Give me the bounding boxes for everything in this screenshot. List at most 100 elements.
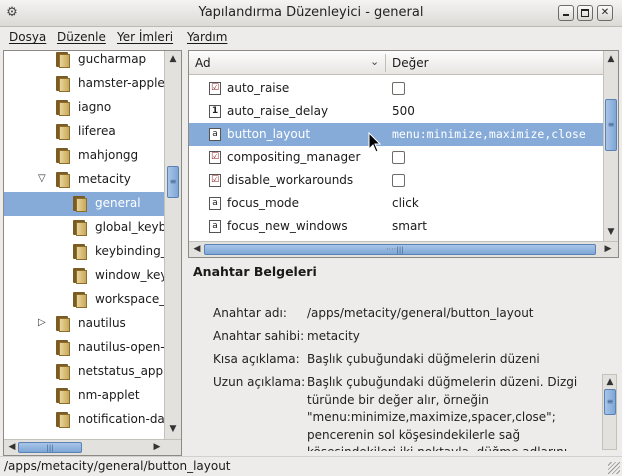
docs-vscrollbar[interactable]: ▲ ≡: [602, 374, 617, 450]
key-value[interactable]: 500: [392, 104, 415, 118]
key-value[interactable]: click: [392, 196, 419, 210]
tree-item[interactable]: iagno: [4, 96, 164, 120]
tree-item[interactable]: nm-applet: [4, 384, 164, 408]
list-vscrollbar[interactable]: ▲ ≡ ▼: [603, 51, 618, 241]
list-row[interactable]: ☑ auto_raise: [189, 77, 603, 100]
menu-edit[interactable]: Düzenle: [57, 30, 106, 44]
scroll-left-icon[interactable]: ◀: [190, 242, 204, 256]
check-type-icon: ☑: [209, 174, 221, 187]
tree-item-label: liferea: [78, 124, 116, 138]
column-separator[interactable]: [385, 54, 386, 72]
title-bar[interactable]: ⚙ Yapılandırma Düzenleyici - general ✕: [0, 0, 622, 27]
key-name-value: /apps/metacity/general/button_layout: [307, 306, 534, 320]
list-row[interactable]: a button_layout menu:minimize,maximize,clo…: [189, 123, 603, 146]
close-button[interactable]: ✕: [597, 5, 613, 21]
pane-splitter[interactable]: ·····: [386, 245, 399, 254]
list-header: Ad ⌄ Değer: [189, 51, 603, 75]
tree-scroll-thumb[interactable]: ≡: [167, 166, 179, 198]
menu-help[interactable]: Yardım: [187, 30, 227, 44]
value-checkbox[interactable]: [392, 151, 405, 164]
list-row[interactable]: ☑ compositing_manager: [189, 146, 603, 169]
expanded-arrow-icon[interactable]: ▽: [38, 173, 46, 184]
sort-arrow-icon[interactable]: ⌄: [370, 55, 379, 68]
tree-item-label: netstatus_applet: [78, 364, 164, 378]
tree-item-label: global_keybindings: [95, 220, 164, 234]
string-type-icon: a: [209, 128, 221, 141]
key-name: compositing_manager: [227, 150, 361, 164]
string-type-icon: a: [209, 220, 221, 233]
value-checkbox[interactable]: [392, 82, 405, 95]
tree-item[interactable]: notification-daemon: [4, 408, 164, 432]
key-value[interactable]: menu:minimize,maximize,close: [392, 127, 586, 141]
tree-item[interactable]: liferea: [4, 120, 164, 144]
collapsed-arrow-icon[interactable]: ▷: [38, 317, 46, 328]
tree-item-label: keybinding_commands: [95, 244, 164, 258]
folder-icon: [56, 316, 70, 332]
key-name: disable_workarounds: [227, 173, 354, 187]
tree-hscrollbar[interactable]: ◀ ||| ▶: [4, 439, 181, 455]
folder-icon: [73, 268, 87, 284]
tree-item[interactable]: keybinding_commands: [4, 240, 164, 264]
folder-icon: [56, 124, 70, 140]
check-type-icon: ☑: [209, 151, 221, 164]
menu-bookmarks[interactable]: Yer İmleri: [117, 30, 173, 44]
owner-label: Anahtar sahibi:: [213, 329, 305, 343]
tree-item[interactable]: global_keybindings: [4, 216, 164, 240]
scroll-right-icon[interactable]: ▶: [150, 440, 164, 454]
tree-item-label: metacity: [78, 172, 131, 186]
key-tree[interactable]: gucharmap hamster-applet iagno liferea mahjo…: [3, 50, 182, 456]
scroll-left-icon[interactable]: ◀: [5, 440, 19, 454]
resize-grip-icon[interactable]: [608, 462, 620, 474]
tree-item-label: general: [95, 196, 141, 210]
scroll-up-icon[interactable]: ▲: [603, 375, 617, 389]
list-hscrollbar[interactable]: ◀ ||| ▶: [189, 241, 618, 257]
tree-item-label: workspace_names: [95, 292, 164, 306]
column-header-name[interactable]: Ad: [195, 56, 211, 70]
key-name-label: Anahtar adı:: [213, 306, 287, 320]
maximize-button[interactable]: [577, 5, 593, 21]
number-type-icon: 1: [209, 105, 221, 118]
list-hscroll-thumb[interactable]: |||: [204, 244, 596, 255]
folder-icon: [56, 388, 70, 404]
tree-item-label: mahjongg: [78, 148, 139, 162]
tree-item-label: gucharmap: [78, 52, 147, 66]
tree-item[interactable]: window_keybindings: [4, 264, 164, 288]
column-header-value[interactable]: Değer: [392, 56, 429, 70]
tree-item-label: hamster-applet: [78, 76, 164, 90]
list-row[interactable]: a focus_mode click: [189, 192, 603, 215]
folder-icon: [56, 52, 70, 68]
status-bar: /apps/metacity/general/button_layout: [0, 456, 622, 476]
tree-vscrollbar[interactable]: ▲ ≡ ▼: [164, 51, 181, 439]
tree-item[interactable]: hamster-applet: [4, 72, 164, 96]
scroll-down-icon[interactable]: ▼: [604, 225, 618, 239]
tree-item[interactable]: mahjongg: [4, 144, 164, 168]
list-row[interactable]: a focus_new_windows smart: [189, 215, 603, 238]
maximize-icon: [581, 9, 589, 17]
value-checkbox[interactable]: [392, 174, 405, 187]
key-value[interactable]: smart: [392, 219, 427, 233]
minimize-icon: [563, 14, 569, 16]
key-name: auto_raise: [227, 81, 290, 95]
scroll-right-icon[interactable]: ▶: [601, 242, 615, 256]
tree-item[interactable]: ▷ nautilus: [4, 312, 164, 336]
list-row[interactable]: 1 auto_raise_delay 500: [189, 100, 603, 123]
tree-item[interactable]: gucharmap: [4, 51, 164, 72]
key-list[interactable]: Ad ⌄ Değer ☑ auto_raise 1 auto_raise_delay 5…: [188, 50, 619, 258]
tree-hscroll-thumb[interactable]: |||: [18, 442, 82, 453]
tree-item[interactable]: ▽ metacity: [4, 168, 164, 192]
owner-value: metacity: [307, 329, 360, 343]
list-row[interactable]: ☑ disable_workarounds: [189, 169, 603, 192]
docs-scroll-thumb[interactable]: ≡: [604, 389, 616, 415]
scroll-up-icon[interactable]: ▲: [166, 52, 180, 66]
folder-icon: [56, 364, 70, 380]
minimize-button[interactable]: [558, 5, 574, 21]
tree-item[interactable]: general: [4, 192, 164, 216]
tree-item[interactable]: netstatus_applet: [4, 360, 164, 384]
menu-file[interactable]: Dosya: [9, 30, 46, 44]
list-scroll-thumb[interactable]: ≡: [605, 99, 617, 151]
scroll-up-icon[interactable]: ▲: [604, 52, 618, 66]
folder-icon: [56, 148, 70, 164]
tree-item[interactable]: nautilus-open-terminal: [4, 336, 164, 360]
scroll-down-icon[interactable]: ▼: [166, 422, 180, 436]
tree-item[interactable]: workspace_names: [4, 288, 164, 312]
